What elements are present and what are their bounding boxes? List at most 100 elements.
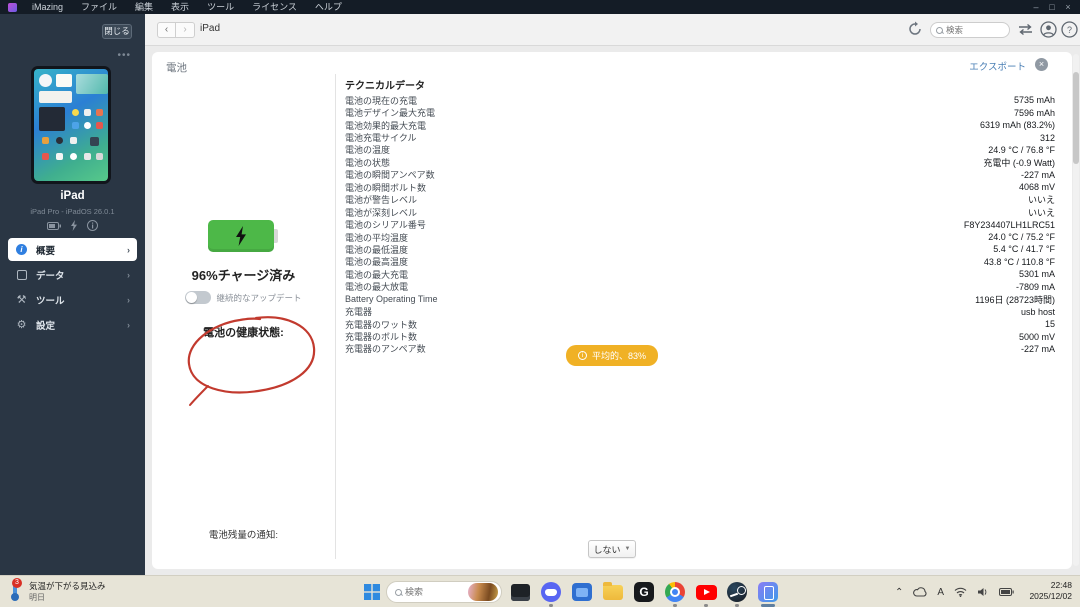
- tech-row: 充電器usb host: [345, 305, 1055, 317]
- tech-label: 充電器: [345, 305, 372, 318]
- tech-row: 充電器のボルト数5000 mV: [345, 330, 1055, 342]
- continuous-update-row: 継続的なアップデート: [152, 291, 335, 304]
- tech-label: 電池の現在の充電: [345, 94, 417, 107]
- search-icon: [936, 27, 943, 34]
- menu-item-2[interactable]: 編集: [126, 2, 162, 12]
- charging-bolt-icon: [235, 226, 247, 246]
- tech-value: いいえ: [1028, 193, 1055, 206]
- battery-status-icon: [47, 222, 61, 230]
- sidebar-item-label: 設定: [36, 318, 55, 332]
- discord-icon[interactable]: [539, 580, 563, 604]
- tech-row: 電池の状態充電中 (-0.9 Watt): [345, 156, 1055, 168]
- steam-icon[interactable]: [725, 580, 749, 604]
- tech-row: 電池の瞬間ボルト数4068 mV: [345, 181, 1055, 193]
- battery-tip: [274, 229, 278, 243]
- tech-row: 電池の最高温度43.8 °C / 110.8 °F: [345, 256, 1055, 268]
- tech-row: 充電器のワット数15: [345, 318, 1055, 330]
- sidebar-item-overview[interactable]: i 概要 ›: [8, 238, 137, 261]
- toolbox-icon[interactable]: [570, 580, 594, 604]
- search-icon: [395, 589, 402, 596]
- chrome-icon[interactable]: [663, 580, 687, 604]
- charge-status-text: 96%チャージ済み: [152, 265, 335, 284]
- tech-value: 充電中 (-0.9 Watt): [983, 156, 1055, 169]
- menu-item-1[interactable]: ファイル: [72, 2, 126, 12]
- back-button[interactable]: ‹: [157, 22, 176, 38]
- scrollbar[interactable]: [1073, 54, 1079, 566]
- tech-value: 5735 mAh: [1014, 95, 1055, 105]
- menu-item-6[interactable]: ヘルプ: [306, 2, 351, 12]
- imazing-icon[interactable]: [756, 580, 780, 604]
- input-language-indicator[interactable]: A: [937, 587, 944, 598]
- sidebar: 閉じる •••: [0, 14, 145, 575]
- info-status-icon[interactable]: [87, 220, 98, 231]
- tech-row: 電池のシリアル番号F8Y234407LH1LRC51: [345, 218, 1055, 230]
- system-tray: ⌃ A: [895, 576, 1014, 607]
- clock[interactable]: 22:48 2025/12/02: [1029, 580, 1072, 602]
- close-panel-icon[interactable]: ×: [1035, 58, 1048, 71]
- youtube-icon[interactable]: [694, 580, 718, 604]
- close-window-button[interactable]: ×: [1062, 0, 1074, 14]
- chevron-up-icon[interactable]: ⌃: [895, 587, 903, 598]
- imazing-icon: [758, 582, 778, 602]
- minimize-button[interactable]: –: [1030, 0, 1042, 14]
- weather-widget[interactable]: 3 気温が下がる見込み 明日: [6, 579, 106, 603]
- search-input[interactable]: [946, 25, 1006, 35]
- maximize-button[interactable]: □: [1046, 0, 1058, 14]
- dark-app-icon[interactable]: [508, 580, 532, 604]
- tech-label: 電池の最大充電: [345, 268, 408, 281]
- taskbar-search-input[interactable]: [405, 587, 468, 597]
- toggle-label: 継続的なアップデート: [216, 292, 301, 304]
- weather-line1: 気温が下がる見込み: [29, 580, 106, 592]
- device-thumbnail[interactable]: [31, 66, 111, 184]
- tech-label: 電池のシリアル番号: [345, 218, 426, 231]
- main-area: ‹ › iPad ? 電池 エクスポート × 96: [145, 14, 1080, 575]
- tech-value: 5301 mA: [1019, 269, 1055, 279]
- taskbar-search[interactable]: [386, 581, 502, 603]
- sidebar-item-data[interactable]: データ ›: [8, 263, 137, 286]
- help-icon[interactable]: ?: [1061, 21, 1078, 38]
- tech-label: 電池の瞬間ボルト数: [345, 181, 426, 194]
- chevron-right-icon: ›: [127, 270, 130, 280]
- github-icon[interactable]: G: [632, 580, 656, 604]
- menu-item-3[interactable]: 表示: [162, 2, 198, 12]
- cloud-icon[interactable]: [913, 587, 927, 597]
- menu-item-5[interactable]: ライセンス: [243, 2, 306, 12]
- notification-badge: 3: [12, 578, 22, 588]
- account-icon[interactable]: [1040, 21, 1057, 38]
- tech-label: 電池の温度: [345, 143, 390, 156]
- chevron-right-icon: ›: [127, 320, 130, 330]
- more-options-icon[interactable]: •••: [117, 50, 131, 61]
- menu-item-4[interactable]: ツール: [198, 2, 243, 12]
- tech-value: 6319 mAh (83.2%): [980, 120, 1055, 130]
- sidebar-item-tools[interactable]: ⚒ ツール ›: [8, 288, 137, 311]
- transfer-icon[interactable]: [1017, 21, 1034, 38]
- tech-label: 電池デザイン最大充電: [345, 106, 435, 119]
- wifi-icon[interactable]: [954, 587, 967, 597]
- gear-icon: ⚙: [15, 318, 28, 331]
- tech-label: 電池の平均温度: [345, 231, 408, 244]
- toolbar-search[interactable]: [930, 22, 1010, 38]
- scrollbar-thumb[interactable]: [1073, 72, 1079, 164]
- sidebar-item-settings[interactable]: ⚙ 設定 ›: [8, 313, 137, 336]
- battery-notify-dropdown[interactable]: しない ▼: [588, 540, 636, 558]
- tech-row: 電池の温度24.9 °C / 76.8 °F: [345, 144, 1055, 156]
- battery-tray-icon[interactable]: [999, 588, 1014, 596]
- forward-button[interactable]: ›: [176, 22, 195, 38]
- weather-line2: 明日: [29, 592, 106, 603]
- folder-icon[interactable]: [601, 580, 625, 604]
- tech-label: 充電器のアンペア数: [345, 342, 426, 355]
- tech-value: -227 mA: [1021, 344, 1055, 354]
- menu-items: iMazingファイル編集表示ツールライセンスヘルプ: [23, 0, 351, 14]
- continuous-update-toggle[interactable]: [185, 291, 211, 304]
- menu-item-0[interactable]: iMazing: [23, 2, 72, 12]
- windows-start-button[interactable]: [364, 584, 380, 600]
- search-highlight-image[interactable]: [468, 583, 498, 601]
- tech-row: 充電器のアンペア数 -227 mA: [345, 343, 1055, 355]
- tech-label: 電池効果的最大充電: [345, 119, 426, 132]
- export-link[interactable]: エクスポート: [969, 59, 1026, 73]
- tools-icon: ⚒: [15, 293, 28, 306]
- close-device-button[interactable]: 閉じる: [102, 24, 132, 39]
- speaker-icon[interactable]: [977, 587, 989, 597]
- refresh-icon[interactable]: [907, 21, 923, 37]
- discord-icon: [541, 582, 561, 602]
